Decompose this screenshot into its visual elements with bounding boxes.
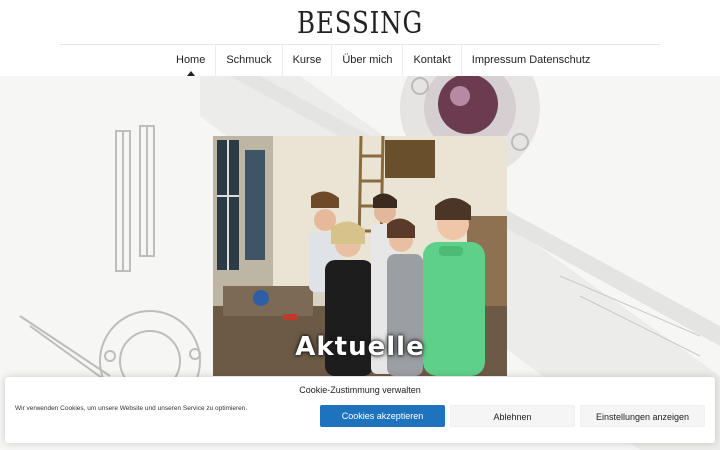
- cookie-settings-button[interactable]: Einstellungen anzeigen: [580, 405, 705, 427]
- cookie-message: Wir verwenden Cookies, um unsere Website…: [15, 405, 248, 412]
- nav-item-kurse[interactable]: Kurse: [283, 44, 333, 76]
- hero-photo[interactable]: Aktuelle: [213, 136, 507, 376]
- nav-item-home[interactable]: Home: [166, 44, 217, 76]
- deny-cookies-button[interactable]: Ablehnen: [450, 405, 575, 427]
- cookie-title: Cookie-Zustimmung verwalten: [299, 385, 421, 395]
- site-logo[interactable]: BESSING: [65, 6, 655, 41]
- nav-item-impressum[interactable]: Impressum Datenschutz: [462, 44, 601, 76]
- nav-item-kontakt[interactable]: Kontakt: [403, 44, 462, 76]
- hero-caption: Aktuelle: [295, 332, 425, 362]
- accept-cookies-button[interactable]: Cookies akzeptieren: [320, 405, 445, 427]
- site-header: BESSING Home Schmuck Kurse Über mich Kon…: [0, 0, 720, 76]
- nav-item-schmuck[interactable]: Schmuck: [216, 44, 283, 76]
- main-nav: Home Schmuck Kurse Über mich Kontakt Imp…: [166, 44, 600, 76]
- nav-item-ueber-mich[interactable]: Über mich: [332, 44, 404, 76]
